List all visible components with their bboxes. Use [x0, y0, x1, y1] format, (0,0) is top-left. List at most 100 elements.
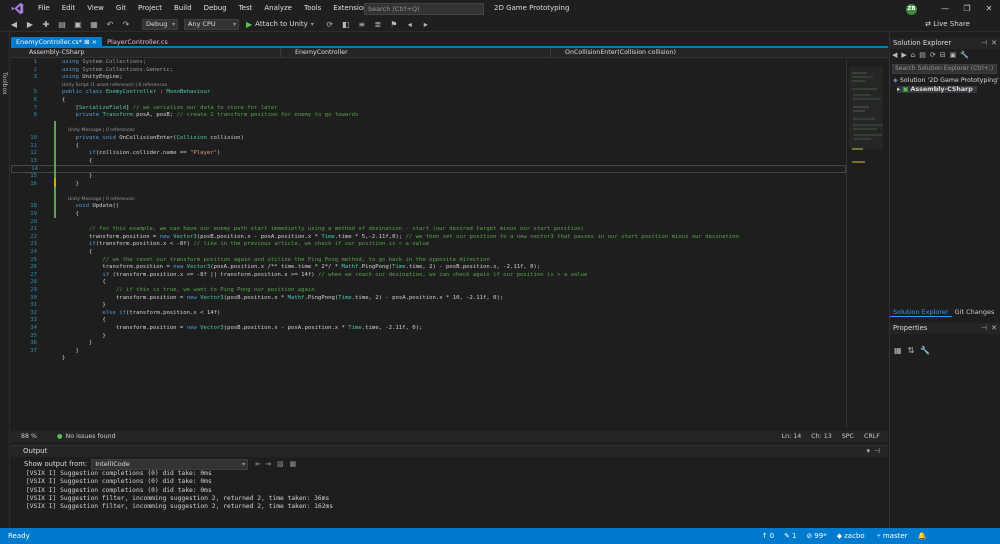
code-line[interactable]: 30 transform.position = new Vector3(posB… — [11, 295, 846, 303]
toolbox-tab[interactable]: Toolbox — [1, 72, 8, 95]
code-line[interactable]: 3 using UnityEngine; — [11, 74, 846, 82]
prev-message-icon[interactable]: ⇥ — [265, 460, 271, 468]
push-count[interactable]: 0 — [770, 532, 774, 540]
sync-icon[interactable]: ⟳ — [930, 51, 936, 59]
member-nav-select[interactable]: OnCollisionEnter(Collision collision) — [551, 48, 886, 58]
switch-views-icon[interactable]: ▤ — [919, 51, 926, 59]
code-line[interactable]: 29 // if this is true, we want to Ping P… — [11, 287, 846, 295]
issues-indicator[interactable]: No issues found — [66, 433, 116, 440]
zoom-level[interactable]: 88 % — [21, 433, 37, 440]
word-wrap-icon[interactable]: ▦ — [290, 460, 297, 468]
next-bookmark-icon[interactable]: ▸ — [420, 18, 432, 30]
home-icon[interactable]: ⌂ — [911, 51, 915, 59]
attach-to-unity-button[interactable]: ▶ Attach to Unity ▾ — [246, 20, 314, 29]
code-line[interactable]: 32 else if(transform.position.x < 14f) — [11, 310, 846, 318]
close-tab-icon[interactable]: ⊠ × — [84, 38, 97, 46]
code-line[interactable]: Unity Message | 0 references — [11, 127, 846, 135]
pin-icon[interactable]: ⊣ — [981, 38, 987, 49]
search-input[interactable]: Search (Ctrl+Q) — [364, 3, 484, 15]
code-line[interactable]: 33 { — [11, 317, 846, 325]
code-line[interactable]: 16 } — [11, 181, 846, 189]
code-line[interactable]: 22 transform.position = new Vector3(posB… — [11, 234, 846, 242]
menu-tools[interactable]: Tools — [298, 0, 327, 17]
clear-all-icon[interactable]: ▨ — [277, 460, 284, 468]
code-line[interactable]: 26 transform.position = new Vector3(posA… — [11, 264, 846, 272]
type-nav-select[interactable]: EnemyController — [281, 48, 551, 58]
tab-player-controller[interactable]: PlayerController.cs — [102, 37, 173, 48]
pin-icon[interactable]: ⊣ — [981, 323, 987, 334]
code-line[interactable]: 11 { — [11, 143, 846, 151]
code-line[interactable]: 10 private void OnCollisionEnter(Collisi… — [11, 135, 846, 143]
code-line[interactable] — [11, 120, 846, 128]
code-line[interactable]: 34 transform.position = new Vector3(posB… — [11, 325, 846, 333]
code-line[interactable]: 13 { — [11, 158, 846, 166]
branch-name[interactable]: master — [883, 532, 908, 540]
menu-view[interactable]: View — [81, 0, 110, 17]
code-line[interactable]: 28 { — [11, 279, 846, 287]
prev-bookmark-icon[interactable]: ◂ — [404, 18, 416, 30]
project-node[interactable]: ▸ ▣ Assembly-CSharp — [897, 86, 977, 93]
configuration-select[interactable]: Debug ▾ — [142, 18, 178, 30]
menu-edit[interactable]: Edit — [56, 0, 82, 17]
code-line[interactable]: 31 } — [11, 302, 846, 310]
codelens-annotation[interactable]: Unity Script (1 asset reference) | 0 ref… — [62, 82, 167, 90]
solution-node[interactable]: ◈ Solution '2D Game Prototyping' — [893, 77, 999, 84]
live-share-button[interactable]: ⇄ Live Share — [925, 17, 970, 32]
screenshot-icon[interactable]: ◧ — [340, 18, 352, 30]
code-line[interactable]: Unity Script (1 asset reference) | 0 ref… — [11, 82, 846, 90]
open-folder-icon[interactable]: ▤ — [56, 18, 68, 30]
changes-count[interactable]: 1 — [792, 532, 796, 540]
comment-icon[interactable]: ≡ — [356, 18, 368, 30]
solution-search-input[interactable]: Search Solution Explorer (Ctrl+;) — [892, 64, 997, 74]
code-line[interactable]: 14 — [11, 165, 846, 173]
uncomment-icon[interactable]: ≣ — [372, 18, 384, 30]
collapse-all-icon[interactable]: ⊟ — [940, 51, 946, 59]
undo-icon[interactable]: ↶ — [104, 18, 116, 30]
panel-menu-icon[interactable]: ▾ — [866, 446, 870, 457]
code-line[interactable]: 18 void Update() — [11, 203, 846, 211]
code-line[interactable]: 1 using System.Collections; — [11, 59, 846, 67]
code-line[interactable]: 20 — [11, 219, 846, 227]
code-line[interactable]: 8 private Transform posA, posB; // creat… — [11, 112, 846, 120]
code-line[interactable]: 21 // for this example, we can have our … — [11, 226, 846, 234]
refresh-icon[interactable]: ⟳ — [324, 18, 336, 30]
code-line[interactable]: 35 } — [11, 333, 846, 341]
redo-icon[interactable]: ↷ — [120, 18, 132, 30]
code-line[interactable]: 2 using System.Collections.Generic; — [11, 67, 846, 75]
code-line[interactable] — [11, 188, 846, 196]
code-line[interactable]: 6{ — [11, 97, 846, 105]
repo-user[interactable]: zacbo — [844, 532, 865, 540]
menu-analyze[interactable]: Analyze — [258, 0, 298, 17]
code-line[interactable]: Unity Message | 0 references — [11, 196, 846, 204]
close-window-button[interactable]: ✕ — [978, 0, 1000, 17]
codelens-annotation[interactable]: Unity Message | 0 references — [62, 196, 135, 204]
tab-enemy-controller[interactable]: EnemyController.cs* ⊠ × — [11, 37, 103, 48]
maximize-button[interactable]: ❐ — [956, 0, 978, 17]
project-nav-select[interactable]: Assembly-CSharp — [11, 48, 281, 58]
code-line[interactable]: 25 // we the reset our transform positio… — [11, 257, 846, 265]
code-line[interactable]: 37 } — [11, 348, 846, 356]
bookmark-icon[interactable]: ⚑ — [388, 18, 400, 30]
code-line[interactable]: 23 if(transform.position.x < -8f) // lik… — [11, 241, 846, 249]
errors-count[interactable]: 99* — [814, 532, 826, 540]
code-line[interactable]: 36 } — [11, 340, 846, 348]
back-icon[interactable]: ◀ — [8, 18, 20, 30]
property-pages-icon[interactable]: 🔧 — [920, 346, 930, 355]
back-icon[interactable]: ◀ — [892, 51, 897, 59]
minimap-scrollbar[interactable] — [846, 59, 888, 428]
code-text-area[interactable]: 1 using System.Collections; 2 using System.… — [11, 59, 846, 428]
save-all-icon[interactable]: ▦ — [88, 18, 100, 30]
menu-test[interactable]: Test — [233, 0, 259, 17]
output-source-select[interactable]: IntelliCode ▾ — [91, 458, 249, 470]
forward-icon[interactable]: ▶ — [901, 51, 906, 59]
menu-git[interactable]: Git — [110, 0, 132, 17]
properties-icon[interactable]: 🔧 — [960, 51, 969, 59]
find-message-icon[interactable]: ⇤ — [255, 460, 261, 468]
code-line[interactable]: 24 { — [11, 249, 846, 257]
code-line[interactable]: 7 [SerializeField] // we serialize our d… — [11, 105, 846, 113]
menu-project[interactable]: Project — [132, 0, 168, 17]
code-line[interactable]: 27 if (transform.position.x <= -8f || tr… — [11, 272, 846, 280]
pin-icon[interactable]: ⊣ — [874, 446, 880, 457]
code-line[interactable]: } — [11, 355, 846, 363]
notifications-icon[interactable]: 🔔 — [918, 532, 927, 540]
